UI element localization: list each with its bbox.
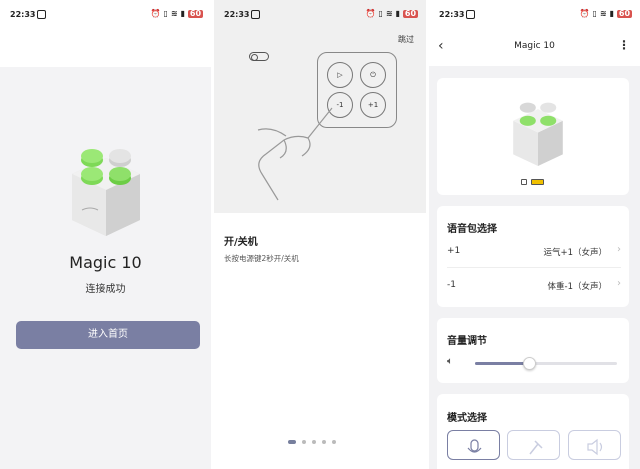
divider (447, 267, 621, 268)
page-title: Magic 10 (514, 41, 555, 51)
mode-mic-button[interactable] (447, 430, 500, 460)
chevron-right-icon: › (617, 244, 621, 255)
skip-button[interactable]: 跳过 (398, 34, 414, 45)
device-status (521, 179, 544, 185)
play-key-icon: ▷ (327, 62, 353, 88)
connect-success-screen: 22:33 ⏰ ▯ ≋ ▮ 60 Magic 10 连接成功 进入首页 (0, 0, 211, 469)
device-cube-image (68, 140, 144, 240)
voice-pack-key: -1 (447, 280, 456, 290)
app-notification-icon (251, 10, 260, 19)
page-dot[interactable] (288, 440, 296, 444)
app-header: ‹ Magic 10 ⋮ (429, 30, 640, 66)
device-card (437, 78, 629, 195)
hammer-icon (529, 440, 543, 455)
volume-title: 音量调节 (447, 336, 487, 347)
volume-slider-fill (475, 362, 529, 365)
vibrate-icon: ▯ (592, 9, 597, 18)
mic-icon (467, 439, 482, 453)
battery-level-icon (531, 179, 544, 185)
tutorial-description: 长按电源键2秒开/关机 (224, 254, 299, 263)
status-bar: 22:33 ⏰ ▯ ≋ ▮ 60 (0, 0, 211, 30)
voice-pack-value: 运气+1（女声） (543, 248, 607, 258)
wifi-icon: ≋ (385, 9, 393, 18)
status-bar: 22:33 ⏰ ▯ ≋ ▮ 60 (429, 0, 640, 30)
page-dot[interactable] (332, 440, 336, 444)
signal-icon: ▮ (395, 9, 400, 18)
page-dot[interactable] (322, 440, 326, 444)
battery-icon: 60 (617, 8, 632, 18)
more-icon[interactable]: ⋮ (618, 38, 630, 52)
hand-pointing-icon (257, 107, 333, 201)
vibrate-icon: ▯ (378, 9, 383, 18)
page-dot[interactable] (312, 440, 316, 444)
signal-icon: ▮ (180, 9, 185, 18)
connection-icon (521, 179, 527, 185)
device-name: Magic 10 (69, 253, 142, 272)
enter-home-button[interactable]: 进入首页 (16, 321, 200, 349)
signal-icon: ▮ (609, 9, 614, 18)
volume-card: 音量调节 🔈︎ (437, 318, 629, 383)
plus-key: +1 (360, 92, 386, 118)
page-dot[interactable] (302, 440, 306, 444)
wifi-icon: ≋ (599, 9, 607, 18)
device-settings-screen: 22:33 ⏰ ▯ ≋ ▮ 60 ‹ Magic 10 ⋮ 语音包选择 +1 运… (429, 0, 640, 469)
battery-icon: 60 (403, 8, 418, 18)
voice-pack-row[interactable]: -1 体重-1（女声） › (447, 276, 621, 296)
power-key-icon: ⏻ (360, 62, 386, 88)
alarm-icon: ⏰ (365, 9, 376, 18)
voice-pack-key: +1 (447, 246, 461, 256)
mode-title: 模式选择 (447, 413, 487, 424)
mode-card: 模式选择 (437, 394, 629, 469)
status-time: 22:33 (10, 10, 36, 19)
wifi-icon: ≋ (170, 9, 178, 18)
battery-icon: 60 (188, 8, 203, 18)
voice-pack-row[interactable]: +1 运气+1（女声） › (447, 242, 621, 262)
device-cube-image (513, 102, 563, 166)
alarm-icon: ⏰ (579, 9, 590, 18)
mode-speaker-button[interactable] (568, 430, 621, 460)
app-notification-icon (37, 10, 46, 19)
vibrate-icon: ▯ (163, 9, 168, 18)
connected-text: 连接成功 (85, 284, 126, 295)
tutorial-illustration: ▷ ⏻ -1 +1 (214, 0, 426, 213)
volume-slider[interactable] (475, 357, 617, 370)
voice-pack-card: 语音包选择 +1 运气+1（女声） › -1 体重-1（女声） › (437, 206, 629, 307)
chevron-right-icon: › (617, 278, 621, 289)
app-notification-icon (466, 10, 475, 19)
alarm-icon: ⏰ (150, 9, 161, 18)
tutorial-title: 开/关机 (224, 237, 258, 248)
volume-icon: 🔈︎ (447, 356, 453, 367)
speaker-icon (587, 438, 603, 456)
toggle-icon (249, 52, 269, 61)
status-time: 22:33 (439, 10, 465, 19)
volume-slider-thumb[interactable] (522, 357, 536, 370)
voice-pack-value: 体重-1（女声） (547, 282, 607, 292)
status-time: 22:33 (224, 10, 250, 19)
mode-hammer-button[interactable] (507, 430, 560, 460)
voice-pack-title: 语音包选择 (447, 224, 497, 235)
status-bar: 22:33 ⏰ ▯ ≋ ▮ 60 (214, 0, 426, 30)
page-indicator (288, 440, 336, 444)
tutorial-screen: ▷ ⏻ -1 +1 22:33 ⏰ ▯ ≋ ▮ 60 跳过 开/关机 长按电源键… (214, 0, 426, 469)
